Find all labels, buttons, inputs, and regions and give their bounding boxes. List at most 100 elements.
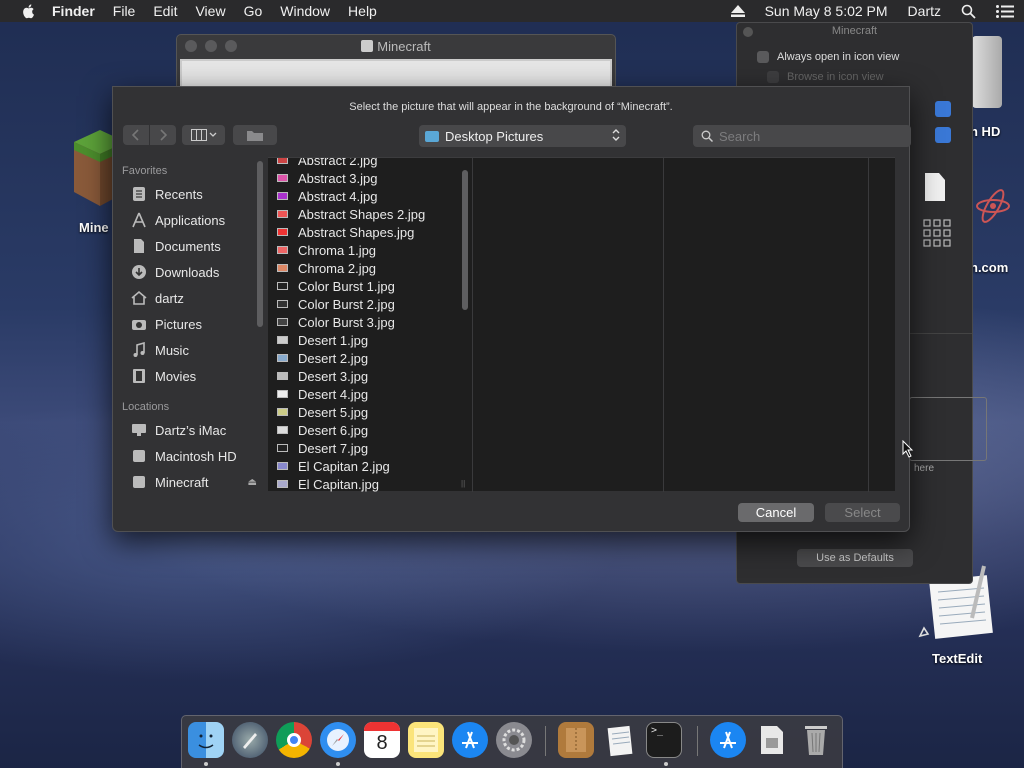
dock-downloads-stack-icon[interactable]: [754, 722, 790, 758]
dock-calendar-icon[interactable]: 8: [364, 722, 400, 758]
sidebar-scrollbar[interactable]: [257, 161, 263, 327]
view-mode-button[interactable]: [182, 125, 225, 145]
sidebar-item-applications[interactable]: Applications: [113, 207, 263, 233]
minecraft-window-titlebar[interactable]: Minecraft: [177, 35, 615, 57]
menu-view[interactable]: View: [195, 3, 225, 19]
dock-terminal-icon[interactable]: >_: [646, 722, 682, 758]
sidebar-item-imac[interactable]: Dartz’s iMac: [113, 417, 263, 443]
sort-popup[interactable]: [935, 127, 951, 143]
back-button[interactable]: [123, 125, 149, 145]
sidebar-item-home[interactable]: dartz: [113, 285, 263, 311]
menu-file[interactable]: File: [113, 3, 136, 19]
sidebar-item-documents[interactable]: Documents: [113, 233, 263, 259]
close-icon[interactable]: [743, 27, 753, 37]
choose-picture-dialog[interactable]: Select the picture that will appear in t…: [112, 86, 911, 532]
dock-finder-icon[interactable]: [188, 722, 224, 758]
dock-trash-icon[interactable]: [798, 722, 834, 758]
file-row[interactable]: Abstract 3.jpg: [268, 169, 425, 187]
file-row[interactable]: Color Burst 2.jpg: [268, 295, 425, 313]
arrange-popup[interactable]: [935, 101, 951, 117]
dock-archive-icon[interactable]: [558, 722, 594, 758]
column-resize-handle[interactable]: ||: [461, 479, 465, 488]
sidebar-item-label: Music: [155, 342, 189, 358]
menu-finder[interactable]: Finder: [52, 3, 95, 19]
sidebar-item-music[interactable]: Music: [113, 337, 263, 363]
desktop-site-label: n.com: [970, 260, 1009, 275]
sidebar-item-movies[interactable]: Movies: [113, 363, 263, 389]
forward-button[interactable]: [150, 125, 176, 145]
location-popup[interactable]: Desktop Pictures: [419, 125, 626, 147]
file-row[interactable]: Abstract 4.jpg: [268, 187, 425, 205]
user-menu[interactable]: Dartz: [908, 3, 941, 19]
search-input[interactable]: [719, 128, 899, 144]
file-name: Desert 4.jpg: [298, 386, 369, 402]
file-row[interactable]: Abstract Shapes 2.jpg: [268, 205, 425, 223]
cancel-button[interactable]: Cancel: [738, 503, 814, 522]
file-row[interactable]: Chroma 2.jpg: [268, 259, 425, 277]
eject-icon[interactable]: [730, 5, 745, 17]
desktop-hd-icon[interactable]: h HD: [966, 36, 1024, 146]
file-list-scrollbar[interactable]: [462, 170, 468, 310]
checkbox-box[interactable]: [767, 71, 779, 83]
sidebar-item-pictures[interactable]: Pictures: [113, 311, 263, 337]
new-folder-button[interactable]: [233, 125, 277, 145]
column-desktop-pictures: Abstract 2.jpg Abstract 3.jpg Abstract 4.j…: [268, 158, 473, 492]
search-field[interactable]: [693, 125, 911, 147]
file-row[interactable]: Desert 7.jpg: [268, 439, 425, 457]
sidebar-item-macintosh-hd[interactable]: Macintosh HD: [113, 443, 263, 469]
dock-app-store-icon[interactable]: [452, 722, 488, 758]
menu-help[interactable]: Help: [348, 3, 377, 19]
select-button[interactable]: Select: [825, 503, 900, 522]
file-row[interactable]: Desert 2.jpg: [268, 349, 425, 367]
file-name: Desert 3.jpg: [298, 368, 369, 384]
file-list: Abstract 2.jpg Abstract 3.jpg Abstract 4.j…: [268, 158, 425, 492]
menu-window[interactable]: Window: [280, 3, 330, 19]
file-row[interactable]: Abstract Shapes.jpg: [268, 223, 425, 241]
file-row[interactable]: Desert 4.jpg: [268, 385, 425, 403]
dialog-message: Select the picture that will appear in t…: [349, 101, 673, 113]
spotlight-icon[interactable]: [961, 4, 976, 19]
dock-chrome-icon[interactable]: [276, 722, 312, 758]
desktop-atom-icon[interactable]: n.com: [966, 176, 1024, 280]
clock[interactable]: Sun May 8 5:02 PM: [765, 3, 888, 19]
dock-system-preferences-icon[interactable]: [496, 722, 532, 758]
pictures-icon: [130, 315, 148, 333]
column-view-icon: [190, 129, 216, 141]
file-row[interactable]: Color Burst 3.jpg: [268, 313, 425, 331]
sidebar-item-label: Documents: [155, 238, 221, 254]
running-indicator: [336, 762, 340, 766]
file-row[interactable]: Desert 5.jpg: [268, 403, 425, 421]
always-open-checkbox[interactable]: Always open in icon view: [757, 51, 899, 63]
file-row[interactable]: Desert 1.jpg: [268, 331, 425, 349]
dock-notes-icon[interactable]: [408, 722, 444, 758]
background-picture-well[interactable]: [909, 397, 987, 461]
menu-go[interactable]: Go: [244, 3, 263, 19]
image-file-icon: [277, 354, 288, 362]
file-row[interactable]: El Capitan 2.jpg: [268, 457, 425, 475]
use-as-defaults-button[interactable]: Use as Defaults: [797, 549, 913, 567]
eject-icon[interactable]: ⏏: [248, 477, 257, 488]
file-row[interactable]: Desert 3.jpg: [268, 367, 425, 385]
dock-textedit-icon[interactable]: [602, 722, 638, 758]
view-options-titlebar[interactable]: Minecraft: [737, 23, 972, 41]
dock-launchpad-icon[interactable]: [232, 722, 268, 758]
file-row[interactable]: Abstract 2.jpg: [268, 158, 425, 169]
menu-edit[interactable]: Edit: [153, 3, 177, 19]
checkbox-box[interactable]: [757, 51, 769, 63]
image-file-icon: [277, 426, 288, 434]
sidebar-item-recents[interactable]: Recents: [113, 181, 263, 207]
file-row[interactable]: Chroma 1.jpg: [268, 241, 425, 259]
sidebar-item-downloads[interactable]: Downloads: [113, 259, 263, 285]
notification-center-icon[interactable]: [996, 4, 1014, 18]
file-row[interactable]: Color Burst 1.jpg: [268, 277, 425, 295]
minecraft-window[interactable]: Minecraft: [176, 34, 616, 94]
view-options-title: Minecraft: [831, 25, 878, 37]
browse-checkbox[interactable]: Browse in icon view: [767, 71, 884, 83]
dock-applications-folder-icon[interactable]: [710, 722, 746, 758]
file-row[interactable]: Desert 6.jpg: [268, 421, 425, 439]
sidebar-item-label: Pictures: [155, 316, 202, 332]
file-row[interactable]: El Capitan.jpg: [268, 475, 425, 492]
dock-safari-icon[interactable]: [320, 722, 356, 758]
apple-icon[interactable]: [20, 2, 38, 20]
sidebar-item-minecraft[interactable]: Minecraft ⏏: [113, 469, 263, 491]
